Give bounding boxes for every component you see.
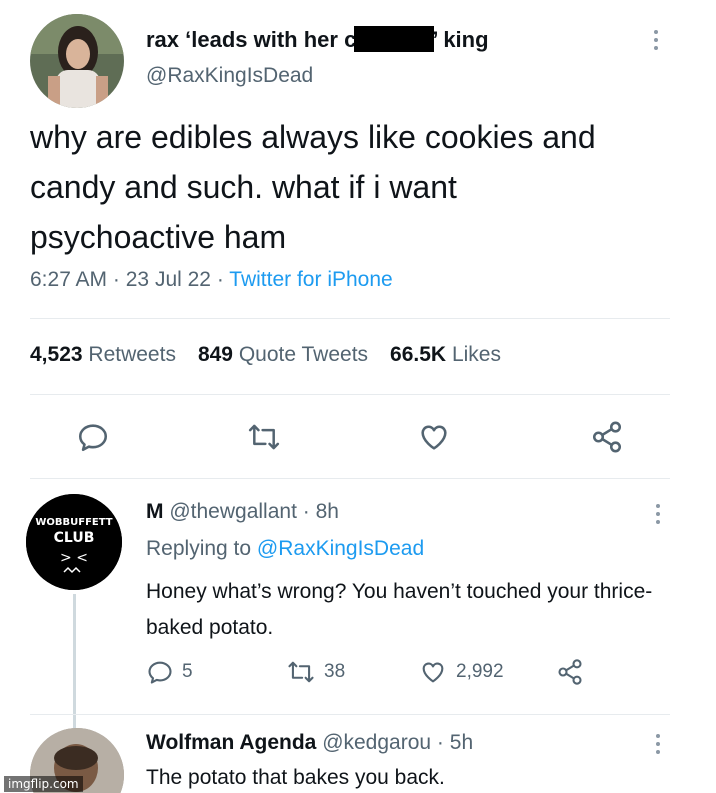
tweet-date[interactable]: 23 Jul 22 <box>126 268 211 291</box>
divider <box>30 714 670 715</box>
reply2-age[interactable]: 5h <box>450 731 473 754</box>
like-icon <box>422 662 444 683</box>
reply-icon <box>148 661 172 684</box>
censor-bar <box>354 26 435 53</box>
reply-icon[interactable] <box>76 420 110 459</box>
reply-age[interactable]: 8h <box>316 500 339 523</box>
author-display-name[interactable]: rax ‘leads with her c ’ king <box>146 26 489 54</box>
reply-header: M @thewgallant · 8h <box>146 500 339 524</box>
author-handle[interactable]: @RaxKingIsDead <box>146 64 313 88</box>
tweet-thread: rax ‘leads with her c ’ king @RaxKingIsDe… <box>0 0 716 793</box>
divider <box>30 478 670 479</box>
thread-connector-line <box>73 594 76 728</box>
reply-share-button[interactable] <box>556 658 584 686</box>
retweet-icon[interactable] <box>246 420 282 459</box>
wobbuffett-club-logo: WOBBUFFETT CLUB > < <box>26 494 122 590</box>
tweet-meta: 6:27 AM · 23 Jul 22 · Twitter for iPhone <box>30 268 393 292</box>
more-options-icon[interactable] <box>654 732 662 760</box>
reply2-header: Wolfman Agenda @kedgarou · 5h <box>146 731 473 755</box>
display-name-start: rax ‘leads with her c <box>146 27 357 52</box>
quote-tweets-label: Quote Tweets <box>238 343 369 366</box>
imgflip-watermark: imgflip.com <box>4 776 83 792</box>
replying-to-mention[interactable]: @RaxKingIsDead <box>257 537 424 560</box>
like-count: 2,992 <box>456 661 504 682</box>
reply-count: 5 <box>182 661 193 682</box>
reply2-text: The potato that bakes you back. <box>146 766 445 789</box>
like-icon[interactable] <box>416 420 452 459</box>
meta-separator: · <box>436 731 444 754</box>
likes-stat[interactable]: 66.5K Likes <box>390 343 501 366</box>
quote-tweets-count: 849 <box>197 343 233 366</box>
tweet-stats: 4,523 Retweets 849 Quote Tweets 66.5K Like… <box>30 343 501 367</box>
more-options-icon[interactable] <box>652 28 660 56</box>
share-icon <box>558 659 582 685</box>
reply-reply-button[interactable]: 5 <box>146 658 193 686</box>
tweet-time[interactable]: 6:27 AM <box>30 268 107 291</box>
likes-count: 66.5K <box>390 343 447 366</box>
tweet-text: why are edibles always like cookies and … <box>30 119 596 255</box>
reply-text: Honey what’s wrong? You haven’t touched … <box>146 580 653 639</box>
author-photo <box>30 14 124 108</box>
reply-like-button[interactable]: 2,992 <box>418 658 504 686</box>
meta-separator: · <box>112 268 120 291</box>
reply-author-name[interactable]: M <box>146 500 164 523</box>
reply2-author-name[interactable]: Wolfman Agenda <box>146 731 316 754</box>
retweet-icon <box>288 661 314 683</box>
retweet-count: 38 <box>324 661 346 682</box>
replying-to: Replying to @RaxKingIsDead <box>146 537 424 561</box>
reply-author-handle[interactable]: @thewgallant <box>169 500 297 523</box>
svg-text:> <: > < <box>60 550 88 566</box>
share-icon[interactable] <box>590 420 624 459</box>
reply-author-avatar[interactable]: WOBBUFFETT CLUB > < <box>26 494 122 590</box>
meta-separator: · <box>302 500 310 523</box>
display-name-end: ’ king <box>432 27 489 52</box>
divider <box>30 318 670 319</box>
retweets-stat[interactable]: 4,523 Retweets <box>30 343 176 366</box>
reply-retweet-button[interactable]: 38 <box>286 658 345 686</box>
svg-text:CLUB: CLUB <box>54 530 95 546</box>
replying-to-label: Replying to <box>146 537 252 560</box>
more-options-icon[interactable] <box>654 502 662 530</box>
retweets-count: 4,523 <box>30 343 83 366</box>
retweets-label: Retweets <box>88 343 176 366</box>
divider <box>30 394 670 395</box>
author-avatar[interactable] <box>30 14 124 108</box>
quote-tweets-stat[interactable]: 849 Quote Tweets <box>198 343 368 366</box>
reply2-author-handle[interactable]: @kedgarou <box>322 731 431 754</box>
meta-separator: · <box>216 268 224 291</box>
svg-text:WOBBUFFETT: WOBBUFFETT <box>35 517 112 528</box>
likes-label: Likes <box>451 343 501 366</box>
tweet-source-link[interactable]: Twitter for iPhone <box>229 268 392 291</box>
